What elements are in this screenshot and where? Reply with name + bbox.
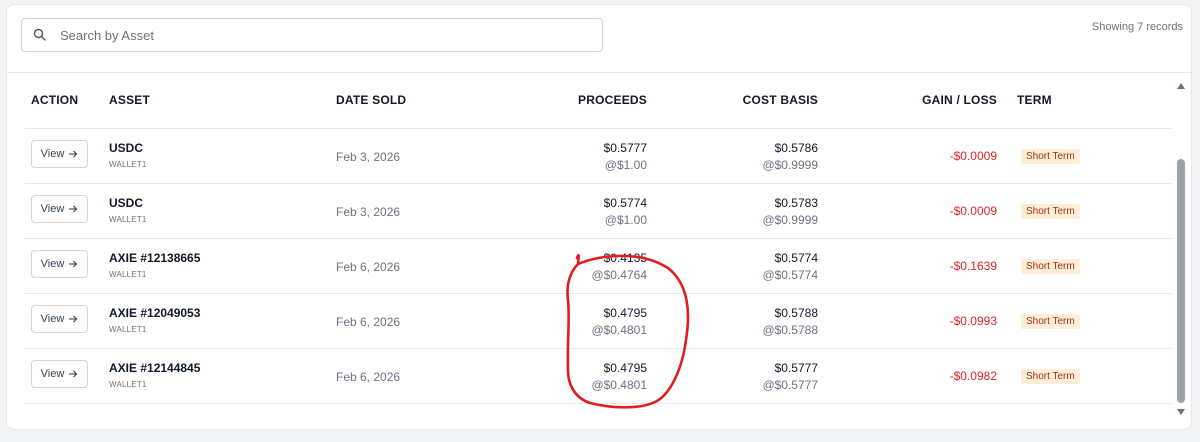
arrow-right-icon xyxy=(69,315,78,323)
proceeds-value: $0.4135 xyxy=(603,251,647,265)
view-button[interactable]: View xyxy=(31,195,88,223)
cost-basis-price: @$0.5788 xyxy=(762,323,818,337)
search-input[interactable] xyxy=(60,27,560,43)
wallet-label: WALLET1 xyxy=(109,215,147,224)
column-header-proceeds[interactable]: PROCEEDS xyxy=(578,93,647,107)
wallet-label: WALLET1 xyxy=(109,380,147,389)
wallet-label: WALLET1 xyxy=(109,325,147,334)
column-header-action[interactable]: ACTION xyxy=(31,93,78,107)
cost-basis-cell: $0.5777 @$0.5777 xyxy=(762,361,818,392)
view-label: View xyxy=(40,258,65,270)
view-button[interactable]: View xyxy=(31,360,88,388)
records-table: ACTION ASSET DATE SOLD PROCEEDS COST BAS… xyxy=(7,72,1191,429)
cost-basis-value: $0.5788 xyxy=(774,306,818,320)
scroll-down-arrow-icon[interactable] xyxy=(1177,409,1185,415)
view-button[interactable]: View xyxy=(31,305,88,333)
records-count: Showing 7 records xyxy=(1091,21,1183,33)
arrow-right-icon xyxy=(69,205,78,213)
view-label: View xyxy=(40,368,65,380)
proceeds-cell: $0.5774 @$1.00 xyxy=(604,196,647,227)
view-label: View xyxy=(40,313,65,325)
column-header-gain-loss[interactable]: GAIN / LOSS xyxy=(922,93,997,107)
cost-basis-cell: $0.5774 @$0.5774 xyxy=(762,251,818,282)
proceeds-price: @$0.4764 xyxy=(591,268,647,282)
table-row: View AXIE #12144845 WALLET1 Feb 6, 2026 … xyxy=(25,349,1171,404)
view-button[interactable]: View xyxy=(31,250,88,278)
table-row: View WALLET1 Feb 3, 2026 @$1.00 @$0.9999… xyxy=(25,121,1171,129)
vertical-scrollbar[interactable] xyxy=(1175,73,1187,429)
search-icon xyxy=(33,28,47,42)
gain-loss-value: -$0.0993 xyxy=(949,314,997,328)
table-row: View AXIE #12138665 WALLET1 Feb 6, 2026 … xyxy=(25,239,1171,294)
proceeds-value: $0.4795 xyxy=(603,361,647,375)
proceeds-cell: $0.5777 @$1.00 xyxy=(604,141,647,172)
proceeds-cell: $0.4135 @$0.4764 xyxy=(591,251,647,282)
term-badge: Short Term xyxy=(1021,149,1080,164)
proceeds-cell: $0.4795 @$0.4801 xyxy=(591,361,647,392)
proceeds-cell: $0.4795 @$0.4801 xyxy=(591,306,647,337)
view-label: View xyxy=(40,148,65,160)
cost-basis-value: $0.5774 xyxy=(774,251,818,265)
term-badge: Short Term xyxy=(1021,314,1080,329)
cost-basis-cell: $0.5788 @$0.5788 xyxy=(762,306,818,337)
term-badge: Short Term xyxy=(1021,369,1080,384)
table-row: View USDC WALLET1 Feb 3, 2026 $0.5777 @$… xyxy=(25,129,1171,184)
proceeds-price: @$1.00 xyxy=(604,213,647,227)
term-badge: Short Term xyxy=(1021,204,1080,219)
asset-name: AXIE #12049053 xyxy=(109,306,201,320)
proceeds-price: @$1.00 xyxy=(604,158,647,172)
table-row: View AXIE #12049053 WALLET1 Feb 6, 2026 … xyxy=(25,294,1171,349)
proceeds-value: $0.5777 xyxy=(603,141,647,155)
cost-basis-cell: $0.5783 @$0.9999 xyxy=(762,196,818,227)
wallet-label: WALLET1 xyxy=(109,270,147,279)
wallet-label: WALLET1 xyxy=(109,160,147,169)
column-header-cost-basis[interactable]: COST BASIS xyxy=(743,93,818,107)
cost-basis-price: @$0.5777 xyxy=(762,378,818,392)
scroll-up-arrow-icon[interactable] xyxy=(1177,83,1185,89)
scroll-thumb[interactable] xyxy=(1177,159,1185,403)
proceeds-value: $0.4795 xyxy=(603,306,647,320)
arrow-right-icon xyxy=(69,150,78,158)
asset-name: USDC xyxy=(109,196,144,210)
date-sold: Feb 6, 2026 xyxy=(336,370,401,384)
cost-basis-cell: $0.5786 @$0.9999 xyxy=(762,141,818,172)
table-header: ACTION ASSET DATE SOLD PROCEEDS COST BAS… xyxy=(7,73,1171,121)
table-body[interactable]: View WALLET1 Feb 3, 2026 @$1.00 @$0.9999… xyxy=(7,121,1171,421)
arrow-right-icon xyxy=(69,260,78,268)
cost-basis-value: $0.5786 xyxy=(774,141,818,155)
cost-basis-value: $0.5783 xyxy=(774,196,818,210)
cost-basis-price: @$0.9999 xyxy=(762,158,818,172)
gain-loss-value: -$0.0009 xyxy=(949,204,997,218)
date-sold: Feb 3, 2026 xyxy=(336,150,401,164)
column-header-term[interactable]: TERM xyxy=(1017,93,1052,107)
date-sold: Feb 6, 2026 xyxy=(336,260,401,274)
asset-name: USDC xyxy=(109,141,144,155)
date-sold: Feb 3, 2026 xyxy=(336,205,401,219)
proceeds-price: @$0.4801 xyxy=(591,378,647,392)
view-label: View xyxy=(40,203,65,215)
cost-basis-price: @$0.9999 xyxy=(762,213,818,227)
arrow-right-icon xyxy=(69,370,78,378)
proceeds-value: $0.5774 xyxy=(603,196,647,210)
search-box[interactable] xyxy=(21,18,603,52)
view-button[interactable]: View xyxy=(31,140,88,168)
table-row: View USDC WALLET1 Feb 3, 2026 $0.5774 @$… xyxy=(25,184,1171,239)
gain-loss-value: -$0.0009 xyxy=(949,149,997,163)
proceeds-price: @$0.4801 xyxy=(591,323,647,337)
date-sold: Feb 6, 2026 xyxy=(336,315,401,329)
gain-loss-value: -$0.1639 xyxy=(949,259,997,273)
asset-name: AXIE #12144845 xyxy=(109,361,201,375)
records-card: Showing 7 records ACTION ASSET DATE SOLD… xyxy=(6,4,1192,430)
term-badge: Short Term xyxy=(1021,259,1080,274)
asset-name: AXIE #12138665 xyxy=(109,251,201,265)
column-header-date-sold[interactable]: DATE SOLD xyxy=(336,93,406,107)
gain-loss-value: -$0.0982 xyxy=(949,369,997,383)
cost-basis-price: @$0.5774 xyxy=(762,268,818,282)
column-header-asset[interactable]: ASSET xyxy=(109,93,150,107)
cost-basis-value: $0.5777 xyxy=(774,361,818,375)
